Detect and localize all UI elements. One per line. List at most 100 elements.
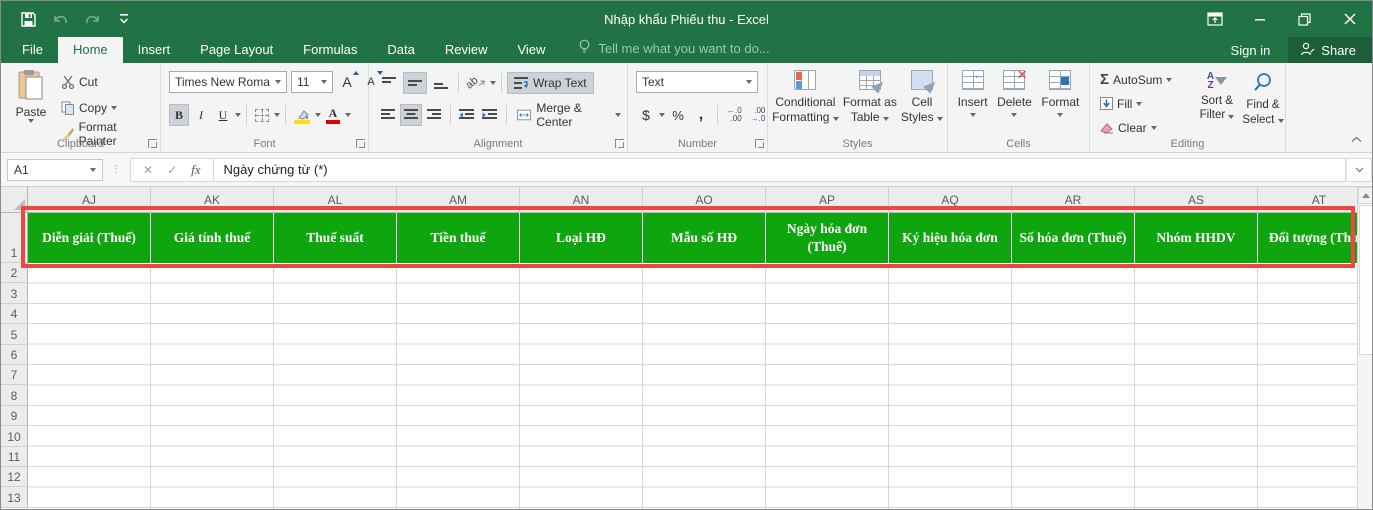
underline-button[interactable]: U: [213, 104, 233, 126]
orientation-button[interactable]: ab: [464, 72, 488, 94]
borders-button[interactable]: [252, 104, 272, 126]
bold-button[interactable]: B: [169, 104, 189, 126]
cell-aj1[interactable]: Diễn giải (Thuế): [28, 213, 151, 263]
cell-ar1[interactable]: Số hóa đơn (Thuế): [1012, 213, 1135, 263]
orientation-dropdown-icon[interactable]: [490, 81, 496, 85]
row-header-7[interactable]: 7: [1, 365, 28, 385]
cell-al1[interactable]: Thuế suất: [274, 213, 397, 263]
clipboard-dialog-launcher-icon[interactable]: [148, 139, 157, 148]
cell-ao1[interactable]: Mẫu số HĐ: [643, 213, 766, 263]
tab-data[interactable]: Data: [372, 37, 429, 63]
find-select-button[interactable]: Find &Select: [1240, 63, 1286, 141]
fill-button[interactable]: Fill: [1096, 93, 1176, 114]
font-size-combo[interactable]: 11: [291, 71, 333, 93]
paste-dropdown-icon[interactable]: [28, 119, 34, 123]
cell-grid[interactable]: [28, 263, 1357, 510]
copy-button[interactable]: Copy: [57, 97, 160, 118]
column-header-as[interactable]: AS: [1135, 187, 1258, 213]
fill-dropdown-icon[interactable]: [1136, 102, 1142, 106]
number-format-combo[interactable]: Text: [636, 71, 758, 93]
cut-button[interactable]: Cut: [57, 71, 160, 92]
row-header-4[interactable]: 4: [1, 304, 28, 324]
scroll-up-icon[interactable]: [1358, 187, 1373, 204]
tab-formulas[interactable]: Formulas: [288, 37, 372, 63]
cell-an1[interactable]: Loại HĐ: [520, 213, 643, 263]
column-header-ak[interactable]: AK: [151, 187, 274, 213]
ribbon-display-options-icon[interactable]: [1192, 1, 1237, 37]
merge-center-button[interactable]: Merge & Center: [511, 104, 627, 126]
cell-ap1[interactable]: Ngày hóa đơn (Thuế): [766, 213, 889, 263]
fill-color-button[interactable]: [291, 104, 313, 126]
row-header-12[interactable]: 12: [1, 467, 28, 487]
row-header-6[interactable]: 6: [1, 345, 28, 365]
row-header-2[interactable]: 2: [1, 263, 28, 283]
autosum-dropdown-icon[interactable]: [1166, 78, 1172, 82]
minimize-icon[interactable]: [1237, 1, 1282, 37]
font-name-combo[interactable]: Times New Roma: [169, 71, 287, 93]
row-header-10[interactable]: 10: [1, 426, 28, 446]
cell-ak1[interactable]: Giá tính thuế: [151, 213, 274, 263]
row-header-11[interactable]: 11: [1, 447, 28, 467]
customize-qat-icon[interactable]: [111, 7, 137, 31]
currency-button[interactable]: $: [636, 104, 656, 126]
redo-icon[interactable]: [79, 7, 105, 31]
column-header-ap[interactable]: AP: [766, 187, 889, 213]
autosum-button[interactable]: Σ AutoSum: [1096, 69, 1176, 90]
enter-formula-icon[interactable]: ✓: [167, 163, 177, 177]
row-header-5[interactable]: 5: [1, 324, 28, 344]
collapse-ribbon-icon[interactable]: [1351, 132, 1362, 146]
cancel-formula-icon[interactable]: ✕: [143, 163, 153, 177]
column-header-at[interactable]: AT: [1258, 187, 1357, 213]
decrease-indent-button[interactable]: [456, 104, 477, 126]
font-color-button[interactable]: A: [323, 104, 343, 126]
number-dialog-launcher-icon[interactable]: [755, 139, 764, 148]
expand-formula-bar-icon[interactable]: [1346, 158, 1372, 182]
name-box[interactable]: A1: [7, 159, 103, 181]
insert-function-icon[interactable]: fx: [191, 162, 200, 178]
tab-review[interactable]: Review: [430, 37, 503, 63]
font-color-dropdown-icon[interactable]: [345, 113, 351, 117]
decrease-decimal-button[interactable]: .00→.0: [748, 104, 769, 126]
select-all-button[interactable]: [1, 187, 28, 213]
restore-icon[interactable]: [1282, 1, 1327, 37]
formula-bar-resizer[interactable]: ⋮: [111, 164, 122, 175]
paste-button[interactable]: Paste: [9, 69, 53, 143]
borders-dropdown-icon[interactable]: [274, 113, 280, 117]
row-header-8[interactable]: 8: [1, 385, 28, 405]
currency-dropdown-icon[interactable]: [659, 113, 665, 117]
format-cells-button[interactable]: Format: [1041, 63, 1079, 141]
row-header-3[interactable]: 3: [1, 283, 28, 303]
font-dialog-launcher-icon[interactable]: [356, 139, 365, 148]
save-icon[interactable]: [15, 7, 41, 31]
comma-button[interactable]: ,: [691, 104, 711, 126]
align-left-button[interactable]: [377, 104, 398, 126]
format-as-table-button[interactable]: Format asTable: [843, 63, 897, 141]
sort-filter-button[interactable]: AZ Sort &Filter: [1194, 63, 1240, 141]
name-box-dropdown-icon[interactable]: [90, 168, 96, 172]
clear-dropdown-icon[interactable]: [1151, 126, 1157, 130]
wrap-text-button[interactable]: Wrap Text: [507, 72, 594, 94]
column-header-ar[interactable]: AR: [1012, 187, 1135, 213]
top-align-button[interactable]: [377, 72, 401, 94]
cell-am1[interactable]: Tiền thuế: [397, 213, 520, 263]
increase-decimal-button[interactable]: ←.0.00: [724, 104, 745, 126]
row-header-13[interactable]: 13: [1, 487, 28, 507]
insert-cells-button[interactable]: ← Insert: [958, 63, 988, 141]
formula-input[interactable]: Ngày chứng từ (*): [214, 158, 1346, 182]
tab-home[interactable]: Home: [58, 37, 123, 63]
bottom-align-button[interactable]: [429, 72, 453, 94]
increase-font-button[interactable]: A: [337, 71, 357, 93]
undo-icon[interactable]: [47, 7, 73, 31]
vertical-scrollbar[interactable]: [1357, 187, 1373, 510]
tab-view[interactable]: View: [502, 37, 560, 63]
conditional-formatting-button[interactable]: ConditionalFormatting: [772, 63, 839, 141]
row-header-9[interactable]: 9: [1, 406, 28, 426]
underline-dropdown-icon[interactable]: [235, 113, 241, 117]
close-icon[interactable]: [1327, 1, 1372, 37]
fill-color-dropdown-icon[interactable]: [315, 113, 321, 117]
copy-dropdown-icon[interactable]: [111, 106, 117, 110]
delete-cells-button[interactable]: ✕ Delete: [997, 63, 1032, 141]
row-header-1[interactable]: 1: [1, 213, 28, 263]
alignment-dialog-launcher-icon[interactable]: [615, 139, 624, 148]
column-header-al[interactable]: AL: [274, 187, 397, 213]
